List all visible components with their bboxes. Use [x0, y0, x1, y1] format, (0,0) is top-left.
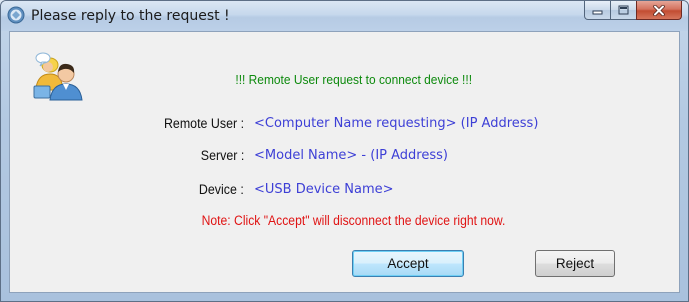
warning-note: Note: Click "Accept" will disconnect the…: [201, 213, 506, 228]
device-row: Device :: [130, 182, 244, 202]
app-icon[interactable]: [7, 6, 25, 24]
server-row: Server :: [130, 148, 244, 168]
dialog-content: !!! Remote User request to connect devic…: [9, 31, 680, 293]
reject-button[interactable]: Reject: [535, 250, 615, 277]
remote-user-row: Remote User :: [130, 116, 244, 136]
request-headline: !!! Remote User request to connect devic…: [235, 72, 473, 87]
window-controls: [584, 1, 682, 22]
accept-button[interactable]: Accept: [352, 250, 464, 277]
device-label: Device :: [199, 182, 244, 197]
window-title: Please reply to the request !: [31, 8, 230, 24]
dialog-window: Please reply to the request ! !!! Remote…: [0, 0, 689, 302]
server-label: Server :: [200, 148, 244, 163]
device-value: <USB Device Name>: [254, 182, 394, 197]
close-icon: [653, 4, 665, 16]
minimize-button[interactable]: [584, 1, 611, 20]
maximize-button[interactable]: [610, 1, 637, 20]
title-bar[interactable]: Please reply to the request !: [1, 1, 688, 31]
close-button[interactable]: [636, 1, 682, 20]
remote-user-label: Remote User :: [163, 116, 244, 131]
minimize-icon: [592, 10, 603, 14]
server-value: <Model Name> - (IP Address): [254, 148, 448, 163]
remote-user-value: <Computer Name requesting> (IP Address): [254, 116, 539, 131]
maximize-icon: [618, 5, 629, 15]
